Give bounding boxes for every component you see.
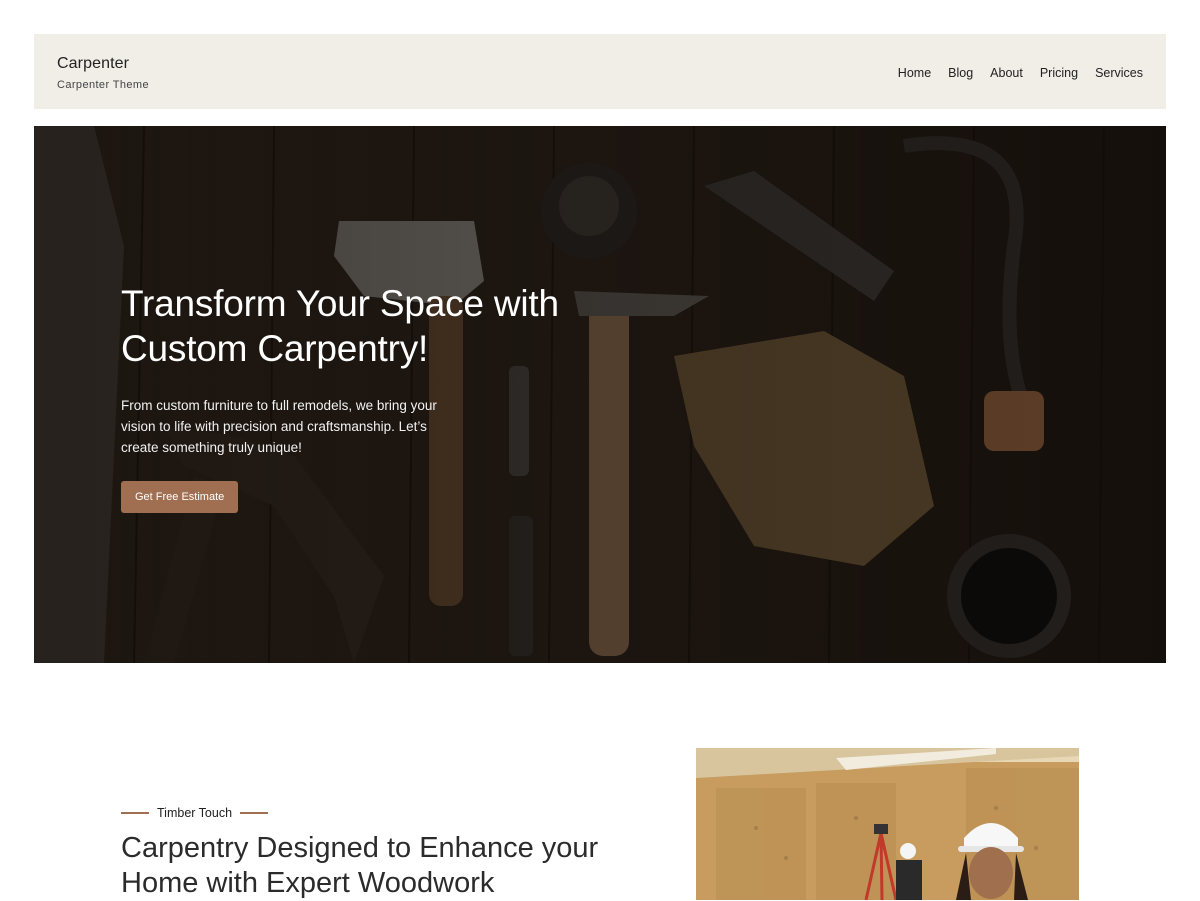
hero-description: From custom furniture to full remodels, … [121, 398, 437, 455]
eyebrow-label: Timber Touch [157, 806, 233, 820]
hero-heading-line-1: Transform Your Space with [121, 283, 559, 324]
brand: Carpenter Carpenter Theme [57, 53, 149, 91]
hero-content: Transform Your Space with Custom Carpent… [121, 281, 591, 513]
main-navigation: Home Blog About Pricing Services [898, 66, 1143, 80]
site-tagline: Carpenter Theme [57, 78, 150, 91]
nav-item-pricing[interactable]: Pricing [1040, 66, 1078, 80]
construction-worker-image [696, 748, 1079, 900]
hero-heading: Transform Your Space with Custom Carpent… [121, 281, 591, 371]
site-title[interactable]: Carpenter [57, 55, 149, 73]
get-free-estimate-button[interactable]: Get Free Estimate [121, 481, 239, 513]
section-heading-line-1: Carpentry Designed to Enhance your [121, 832, 599, 864]
site-header: Carpenter Carpenter Theme Home Blog Abou… [34, 34, 1166, 109]
nav-item-blog[interactable]: Blog [948, 66, 973, 80]
nav-item-home[interactable]: Home [898, 66, 931, 80]
hero-section: Transform Your Space with Custom Carpent… [34, 126, 1166, 663]
hero-heading-line-2: Custom Carpentry! [121, 328, 429, 369]
nav-item-services[interactable]: Services [1095, 66, 1143, 80]
eyebrow-line-right [240, 812, 269, 814]
construction-photo [696, 748, 1079, 900]
eyebrow-line-left [121, 812, 149, 814]
nav-item-about[interactable]: About [990, 66, 1023, 80]
section-heading-line-2: Home with Expert Woodwork [121, 867, 495, 899]
section-heading: Carpentry Designed to Enhance your Home … [121, 831, 641, 901]
about-section: Timber Touch Carpentry Designed to Enhan… [0, 663, 1200, 900]
section-eyebrow: Timber Touch [121, 806, 269, 820]
